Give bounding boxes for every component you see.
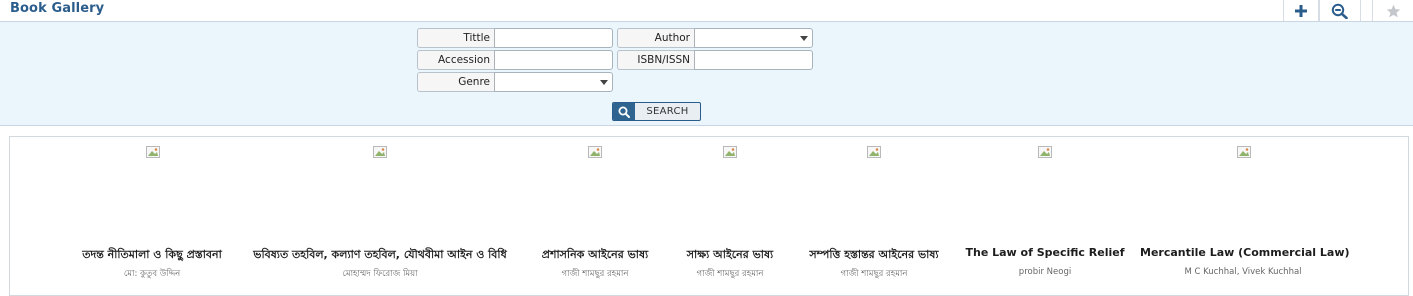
broken-image-icon — [723, 146, 737, 158]
book-card[interactable]: Mercantile Law (Commercial Law) M C Kuch… — [1140, 137, 1350, 287]
book-author: গাজী শামছুর রহমান — [840, 269, 908, 279]
book-card[interactable]: ভবিষ্যত তহবিল, কল্যাণ তহবিল, যৌথবীমা আইন… — [249, 137, 511, 287]
star-icon — [1386, 4, 1400, 17]
author-select[interactable] — [694, 28, 813, 48]
book-author: মোহাম্মদ ফিরোজ মিয়া — [342, 269, 418, 279]
genre-select[interactable] — [494, 72, 613, 92]
zoom-out-button[interactable] — [1319, 0, 1361, 21]
book-author: গাজী শামছুর রহমান — [561, 269, 629, 279]
book-author: গাজী শামছুর রহমান — [696, 269, 764, 279]
broken-image-icon — [1237, 146, 1251, 158]
isbn-input[interactable] — [694, 50, 813, 70]
title-input[interactable] — [494, 28, 613, 48]
book-title[interactable]: প্রশাসনিক আইনের ভাষ্য — [535, 246, 655, 265]
book-title[interactable]: সম্পত্তি হস্তান্তর আইনের ভাষ্য — [805, 246, 943, 265]
broken-image-icon — [373, 146, 387, 158]
book-author: M C Kuchhal, Vivek Kuchhal — [1184, 267, 1302, 277]
broken-image-icon — [588, 146, 602, 158]
book-gallery: তদন্ত নীতিমালা ও কিছু প্রস্তাবনা মো: কুত… — [9, 136, 1409, 296]
add-button[interactable] — [1283, 0, 1319, 21]
genre-label: Genre — [417, 72, 494, 92]
accession-input[interactable] — [494, 50, 613, 70]
top-bar: Book Gallery — [0, 0, 1413, 22]
book-card[interactable]: সাক্ষ্য আইনের ভাষ্য গাজী শামছুর রহমান — [675, 137, 785, 287]
book-author: মো: কুতুব উদ্দিন — [123, 269, 181, 279]
book-card[interactable]: তদন্ত নীতিমালা ও কিছু প্রস্তাবনা মো: কুত… — [66, 137, 238, 287]
broken-image-icon — [867, 146, 881, 158]
book-title[interactable]: The Law of Specific Relief — [964, 246, 1126, 259]
book-title[interactable]: Mercantile Law (Commercial Law) — [1140, 246, 1350, 259]
page-title: Book Gallery — [10, 1, 105, 16]
book-card[interactable]: সম্পত্তি হস্তান্তর আইনের ভাষ্য গাজী শামছ… — [805, 137, 943, 287]
search-button[interactable]: SEARCH — [612, 102, 701, 121]
filter-panel: Tittle Author Accession No. ISBN/ISSN Ge… — [0, 22, 1413, 126]
title-label: Tittle — [417, 28, 494, 48]
book-title[interactable]: সাক্ষ্য আইনের ভাষ্য — [675, 246, 785, 265]
book-title[interactable]: ভবিষ্যত তহবিল, কল্যাণ তহবিল, যৌথবীমা আইন… — [249, 246, 511, 265]
search-icon — [613, 103, 635, 120]
accession-label: Accession No. — [417, 50, 494, 84]
broken-image-icon — [146, 146, 160, 158]
plus-icon — [1295, 4, 1307, 17]
book-card[interactable]: The Law of Specific Relief probir Neogi — [964, 137, 1126, 287]
chevron-down-icon — [600, 80, 608, 85]
broken-image-icon — [1038, 146, 1052, 158]
book-author: probir Neogi — [1018, 267, 1072, 277]
search-button-label: SEARCH — [646, 106, 689, 117]
chevron-down-icon — [800, 36, 808, 41]
zoom-out-icon — [1331, 3, 1348, 19]
author-label: Author — [617, 28, 694, 48]
favorite-button[interactable] — [1372, 0, 1413, 21]
book-title[interactable]: তদন্ত নীতিমালা ও কিছু প্রস্তাবনা — [66, 246, 238, 265]
isbn-label: ISBN/ISSN — [617, 50, 694, 70]
book-card[interactable]: প্রশাসনিক আইনের ভাষ্য গাজী শামছুর রহমান — [535, 137, 655, 287]
